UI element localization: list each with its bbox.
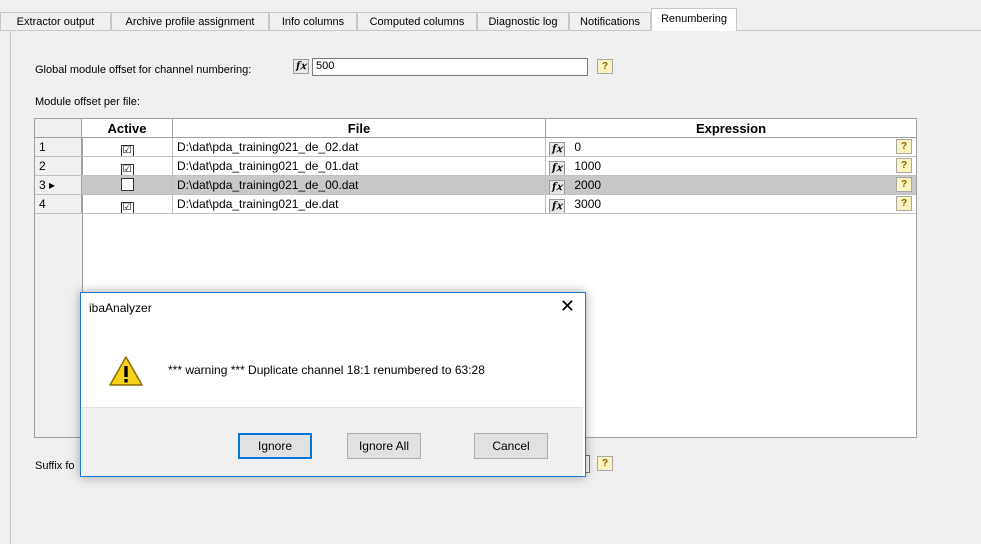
active-checkbox[interactable] [120, 178, 134, 191]
expression-cell[interactable]: f𝑥 0 ? [546, 138, 916, 156]
function-icon[interactable]: f𝑥 [549, 142, 565, 156]
tab-diagnostic-log[interactable]: Diagnostic log [477, 12, 569, 30]
expression-cell[interactable]: f𝑥 2000 ? [546, 176, 916, 194]
expression-value: 0 [574, 140, 582, 154]
active-checkbox[interactable]: ☑ [120, 145, 134, 156]
row-number: 3 ▸ [35, 176, 82, 194]
row-number: 1 [35, 138, 82, 156]
active-checkbox[interactable]: ☑ [120, 202, 134, 213]
column-header-expression[interactable]: Expression [546, 119, 916, 138]
help-icon[interactable]: ? [896, 196, 912, 211]
function-icon[interactable]: f𝑥 [549, 161, 565, 175]
table-row[interactable]: 4 ☑ D:\dat\pda_training021_de.dat f𝑥 300… [35, 195, 916, 214]
suffix-help-button[interactable]: ? [597, 456, 613, 471]
global-offset-help-button[interactable]: ? [597, 59, 613, 74]
row-number: 4 [35, 195, 82, 213]
help-icon: ? [597, 456, 613, 471]
file-cell[interactable]: D:\dat\pda_training021_de_00.dat [173, 176, 546, 194]
table-row[interactable]: 1 ☑ D:\dat\pda_training021_de_02.dat f𝑥 … [35, 138, 916, 157]
module-offset-label: Module offset per file: [35, 96, 140, 108]
global-offset-label: Global module offset for channel numberi… [35, 64, 252, 76]
active-cell[interactable]: ☑ [82, 138, 173, 156]
file-cell[interactable]: D:\dat\pda_training021_de_01.dat [173, 157, 546, 175]
active-cell[interactable] [82, 176, 173, 194]
dialog-title: ibaAnalyzer [89, 301, 152, 315]
tab-info-columns[interactable]: Info columns [269, 12, 357, 30]
grid-corner [35, 119, 82, 138]
row-number: 2 [35, 157, 82, 175]
ignore-button[interactable]: Ignore [238, 433, 312, 459]
global-offset-input[interactable]: 500 [312, 58, 588, 76]
tab-renumbering[interactable]: Renumbering [651, 8, 737, 31]
tab-computed-columns[interactable]: Computed columns [357, 12, 477, 30]
function-icon[interactable]: f𝑥 [549, 199, 565, 213]
close-icon[interactable]: ✕ [560, 297, 575, 315]
expression-cell[interactable]: f𝑥 3000 ? [546, 195, 916, 213]
file-cell[interactable]: D:\dat\pda_training021_de.dat [173, 195, 546, 213]
active-checkbox[interactable]: ☑ [120, 164, 134, 175]
column-header-file[interactable]: File [173, 119, 546, 138]
active-cell[interactable]: ☑ [82, 157, 173, 175]
global-offset-fx-button[interactable]: f𝑥 [293, 59, 309, 74]
help-icon[interactable]: ? [896, 177, 912, 192]
expression-value: 1000 [574, 159, 602, 173]
cancel-button[interactable]: Cancel [474, 433, 548, 459]
help-icon: ? [597, 59, 613, 74]
dialog-footer: Ignore Ignore All Cancel [81, 407, 583, 476]
column-header-active[interactable]: Active [82, 119, 173, 138]
active-cell[interactable]: ☑ [82, 195, 173, 213]
table-row-selected[interactable]: 3 ▸ D:\dat\pda_training021_de_00.dat f𝑥 … [35, 176, 916, 195]
function-icon[interactable]: f𝑥 [549, 180, 565, 194]
expression-value: 3000 [574, 197, 602, 211]
suffix-label: Suffix fo [35, 460, 75, 472]
expression-value: 2000 [574, 178, 602, 192]
dialog-message: *** warning *** Duplicate channel 18:1 r… [168, 363, 485, 377]
ignore-all-button[interactable]: Ignore All [347, 433, 421, 459]
tab-bar: Extractor output Archive profile assignm… [0, 0, 981, 31]
help-icon[interactable]: ? [896, 158, 912, 173]
warning-dialog: ibaAnalyzer ✕ *** warning *** Duplicate … [80, 292, 586, 477]
tab-extractor-output[interactable]: Extractor output [0, 12, 111, 30]
tab-notifications[interactable]: Notifications [569, 12, 651, 30]
table-row[interactable]: 2 ☑ D:\dat\pda_training021_de_01.dat f𝑥 … [35, 157, 916, 176]
warning-icon [109, 356, 143, 386]
expression-cell[interactable]: f𝑥 1000 ? [546, 157, 916, 175]
tab-archive-profile-assignment[interactable]: Archive profile assignment [111, 12, 269, 30]
file-cell[interactable]: D:\dat\pda_training021_de_02.dat [173, 138, 546, 156]
function-icon: f𝑥 [293, 59, 309, 74]
help-icon[interactable]: ? [896, 139, 912, 154]
